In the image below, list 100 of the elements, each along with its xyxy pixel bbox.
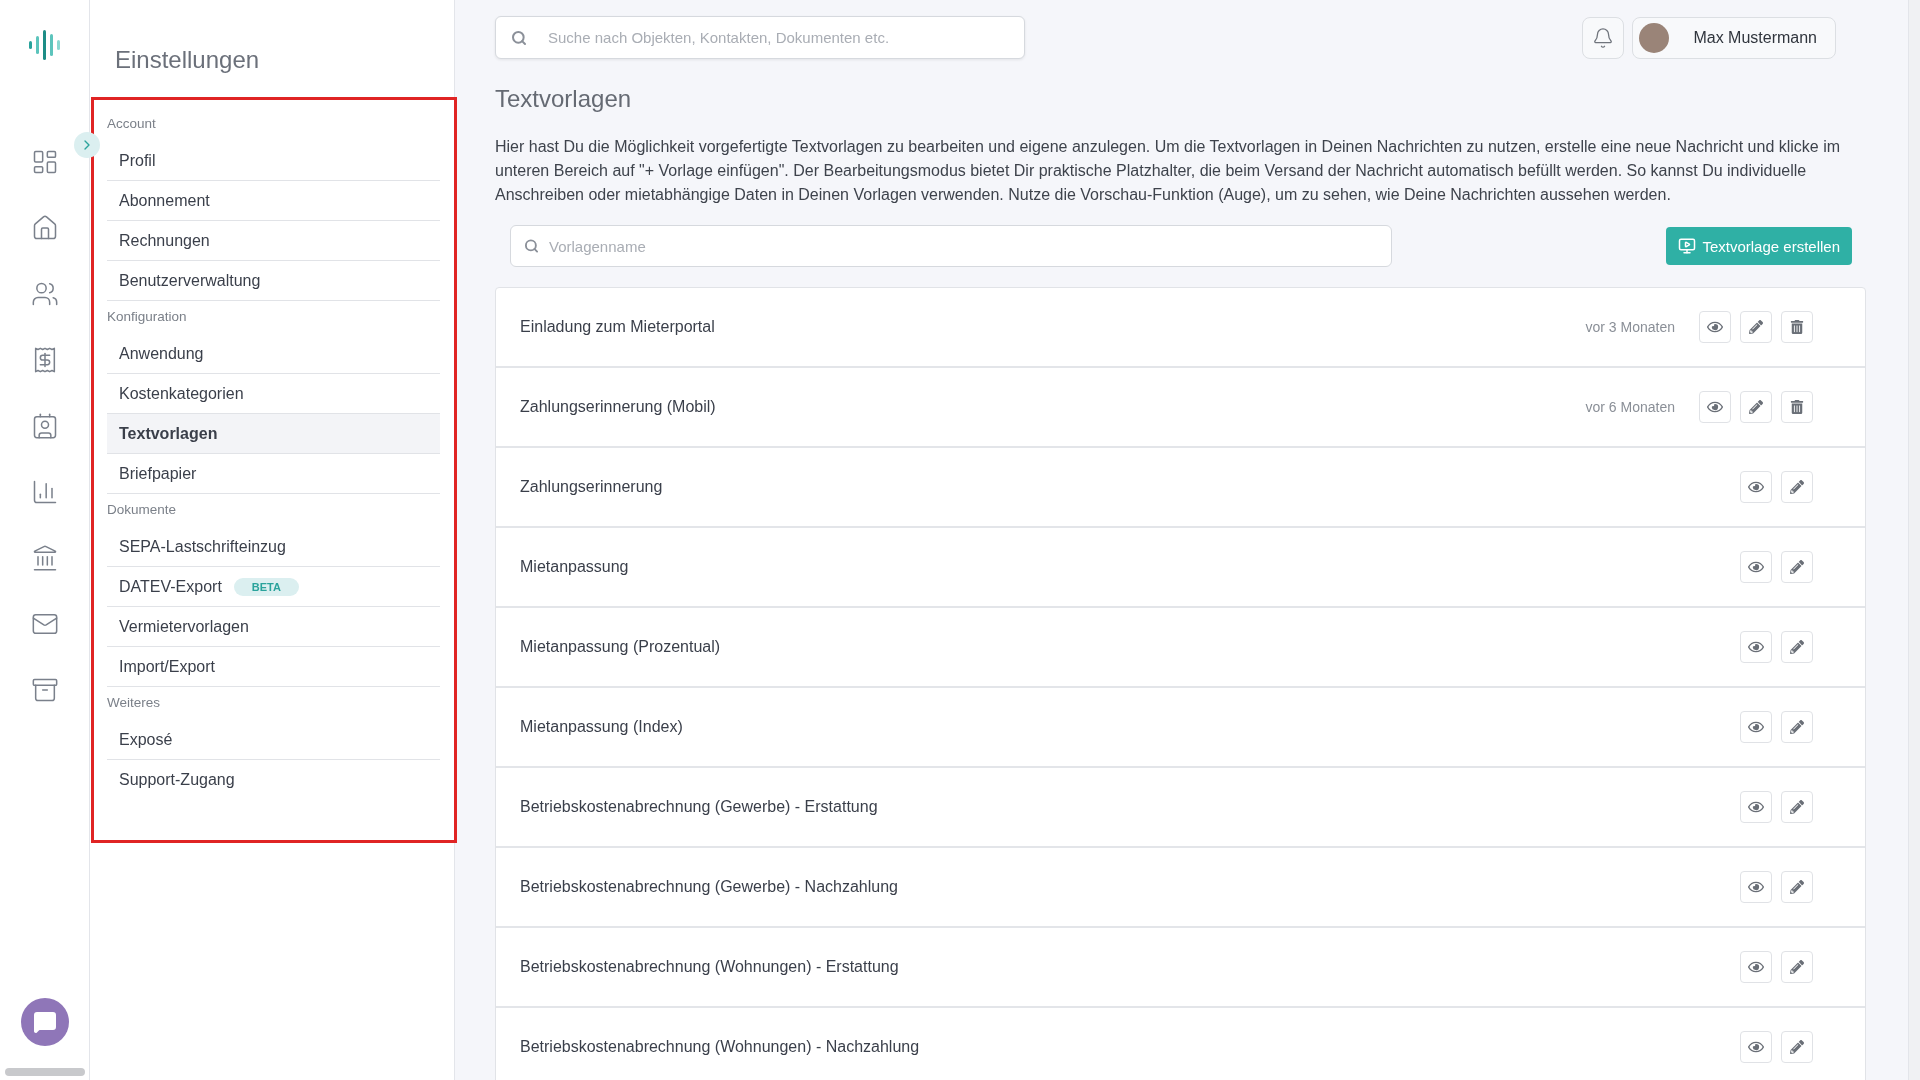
template-name: Zahlungserinnerung (520, 478, 664, 496)
modified-date: vor 3 Monaten (1585, 319, 1675, 335)
preview-button[interactable] (1699, 391, 1731, 423)
nav-item[interactable]: Import/Export (107, 647, 440, 687)
nav-item[interactable]: Benutzerverwaltung (107, 261, 440, 301)
template-row[interactable]: Betriebskostenabrechnung (Wohnungen) - Erstattung (496, 928, 1865, 1008)
edit-button[interactable] (1781, 951, 1813, 983)
section-label: Account (107, 116, 157, 131)
nav-item[interactable]: Vermietervorlagen (107, 607, 440, 647)
pencil-icon (1790, 640, 1804, 654)
nav-item[interactable]: Rechnungen (107, 221, 440, 261)
user-menu-button[interactable]: Max Mustermann (1632, 16, 1836, 59)
template-row[interactable]: Mietanpassung (Prozentual) (496, 608, 1865, 688)
preview-button[interactable] (1740, 1031, 1772, 1063)
preview-button[interactable] (1740, 471, 1772, 503)
preview-button[interactable] (1740, 791, 1772, 823)
template-row[interactable]: Zahlungserinnerung (496, 448, 1865, 528)
preview-button[interactable] (1740, 711, 1772, 743)
eye-icon (1748, 879, 1764, 895)
page-title: Textvorlagen (495, 85, 633, 113)
template-row[interactable]: Mietanpassung (496, 528, 1865, 608)
preview-button[interactable] (1740, 871, 1772, 903)
delete-button[interactable] (1781, 311, 1813, 343)
template-name: Mietanpassung (Index) (520, 718, 684, 736)
edit-button[interactable] (1781, 551, 1813, 583)
template-row[interactable]: Betriebskostenabrechnung (Gewerbe) - Nachzahlung (496, 848, 1865, 928)
search-icon (524, 238, 539, 254)
template-name: Einladung zum Mieterportal (520, 318, 716, 336)
edit-button[interactable] (1781, 711, 1813, 743)
template-search-field[interactable]: Vorlagenname (510, 225, 1392, 267)
users-icon[interactable] (30, 280, 59, 308)
chat-button[interactable] (20, 998, 69, 1046)
edit-button[interactable] (1740, 391, 1772, 423)
template-name: Betriebskostenabrechnung (Wohnungen) - Nachzahlung (520, 1038, 921, 1056)
preview-button[interactable] (1740, 951, 1772, 983)
edit-button[interactable] (1781, 1031, 1813, 1063)
template-name: Mietanpassung (Prozentual) (520, 638, 722, 656)
search-field[interactable]: Suche nach Objekten, Kontakten, Dokumenten etc. (495, 16, 1025, 59)
eye-icon (1748, 799, 1764, 815)
section-label: Weiteres (107, 695, 162, 710)
template-name: Betriebskostenabrechnung (Gewerbe) - Erstattung (520, 798, 879, 816)
eye-icon (1748, 479, 1764, 495)
nav-item[interactable]: Support-Zugang (107, 760, 440, 800)
eye-icon (1748, 1039, 1764, 1055)
trash-icon (1790, 320, 1804, 334)
section-label: Dokumente (107, 502, 178, 517)
eye-icon (1748, 719, 1764, 735)
eye-icon (1748, 639, 1764, 655)
search-icon (511, 29, 527, 46)
archive-icon[interactable] (30, 676, 59, 704)
nav-item[interactable]: Anwendung (107, 334, 440, 374)
eye-icon (1748, 559, 1764, 575)
preview-button[interactable] (1740, 631, 1772, 663)
nav-item[interactable]: Abonnement (107, 181, 440, 221)
template-name: Mietanpassung (520, 558, 630, 576)
collapse-toggle[interactable] (74, 132, 100, 158)
eye-icon (1748, 959, 1764, 975)
nav-item[interactable]: Textvorlagen (107, 414, 440, 454)
pencil-icon (1790, 960, 1804, 974)
scrollbar[interactable] (4, 1068, 85, 1076)
pencil-icon (1790, 560, 1804, 574)
nav-item[interactable]: DATEV-Export (119, 577, 222, 596)
trash-icon (1790, 400, 1804, 414)
description-text: Hier hast Du die Möglichkeit vorgefertigte Textvorlagen zu bearbeiten und eigene anzulegen. Um die Textvorlagen in Deinen Nachrichten zu nutzen, erstelle eine neue Nachricht und klicke im unteren Bereich auf "+ Vorlage einfügen". Der Bearbeitungsmodus bietet Dir praktische Platzhalter, die beim Versand der Nachricht automatisch befüllt werden. So kannst Du individuelle Anschreiben oder mietabhängige Daten in Deinen Vorlagen verwenden. Nutze die Vorschau-Funktion (Auge), um zu sehen, wie Deine Nachrichten aussehen werden. (495, 137, 1842, 205)
notification-button[interactable] (1582, 16, 1625, 59)
nav-item[interactable]: Profil (107, 141, 440, 181)
delete-button[interactable] (1781, 391, 1813, 423)
edit-button[interactable] (1781, 631, 1813, 663)
pencil-icon (1749, 400, 1763, 414)
beta-badge: BETA (233, 577, 299, 596)
pencil-icon (1790, 720, 1804, 734)
edit-button[interactable] (1781, 471, 1813, 503)
modified-date: vor 6 Monaten (1585, 399, 1675, 415)
eye-icon (1707, 399, 1723, 415)
template-row[interactable]: Betriebskostenabrechnung (Wohnungen) - Nachzahlung (496, 1008, 1865, 1080)
sidebar-title: Einstellungen (115, 46, 261, 74)
logo-icon (27, 30, 62, 60)
edit-button[interactable] (1781, 791, 1813, 823)
template-row[interactable]: Mietanpassung (Index) (496, 688, 1865, 768)
template-name: Zahlungserinnerung (Mobil) (520, 398, 717, 416)
edit-button[interactable] (1740, 311, 1772, 343)
eye-icon (1707, 319, 1723, 335)
preview-button[interactable] (1699, 311, 1731, 343)
template-row[interactable]: Einladung zum Mieterportal vor 3 Monaten (496, 288, 1865, 368)
template-name: Betriebskostenabrechnung (Wohnungen) - Erstattung (520, 958, 900, 976)
pencil-icon (1790, 1040, 1804, 1054)
bell-icon (1592, 26, 1615, 49)
pencil-icon (1790, 480, 1804, 494)
edit-button[interactable] (1781, 871, 1813, 903)
avatar (1639, 22, 1670, 53)
pencil-icon (1790, 800, 1804, 814)
chat-icon (32, 1010, 57, 1034)
section-label: Konfiguration (107, 309, 188, 324)
template-row[interactable]: Zahlungserinnerung (Mobil) vor 6 Monaten (496, 368, 1865, 448)
template-row[interactable]: Betriebskostenabrechnung (Gewerbe) - Erstattung (496, 768, 1865, 848)
nav-item[interactable]: SEPA-Lastschrifteinzug (107, 527, 440, 567)
nav-item[interactable]: Briefpapier (107, 454, 440, 494)
pencil-icon (1749, 320, 1763, 334)
preview-button[interactable] (1740, 551, 1772, 583)
nav-item[interactable]: Exposé (107, 720, 440, 760)
